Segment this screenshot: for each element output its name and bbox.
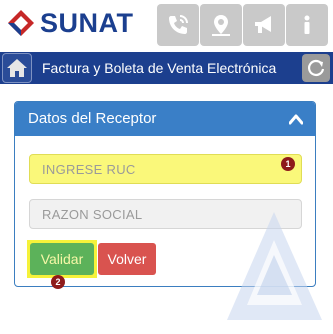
- info-icon: [304, 15, 310, 34]
- card-header[interactable]: Datos del Receptor: [15, 102, 315, 136]
- home-icon: [7, 59, 27, 77]
- sunat-logo: SUNAT: [4, 8, 134, 38]
- sunat-logo-icon: [8, 10, 34, 36]
- brand-name: SUNAT: [40, 8, 134, 38]
- razon-social-placeholder: RAZON SOCIAL: [42, 206, 143, 222]
- app-header: SUNAT: [0, 0, 333, 52]
- megaphone-icon: [255, 16, 271, 33]
- chevron-up-icon[interactable]: [289, 113, 303, 125]
- phone-icon: [169, 15, 188, 34]
- phone-button[interactable]: [157, 4, 199, 46]
- validar-button[interactable]: Validar: [30, 243, 94, 275]
- refresh-button[interactable]: [302, 54, 330, 82]
- announcements-button[interactable]: [243, 4, 285, 46]
- ruc-input[interactable]: INGRESE RUC: [29, 154, 302, 184]
- map-pin-icon: [212, 15, 230, 36]
- refresh-icon: [308, 59, 325, 76]
- card-title: Datos del Receptor: [28, 110, 157, 127]
- info-button[interactable]: [286, 4, 328, 46]
- step-badge-1: 1: [281, 157, 295, 171]
- location-button[interactable]: [200, 4, 242, 46]
- step-badge-2: 2: [51, 275, 65, 289]
- title-bar: Factura y Boleta de Venta Electrónica: [0, 52, 333, 84]
- home-button[interactable]: [2, 53, 32, 83]
- page-title: Factura y Boleta de Venta Electrónica: [42, 60, 277, 76]
- watermark-logo: [227, 212, 322, 320]
- volver-button[interactable]: Volver: [98, 243, 156, 275]
- ruc-placeholder: INGRESE RUC: [42, 161, 136, 177]
